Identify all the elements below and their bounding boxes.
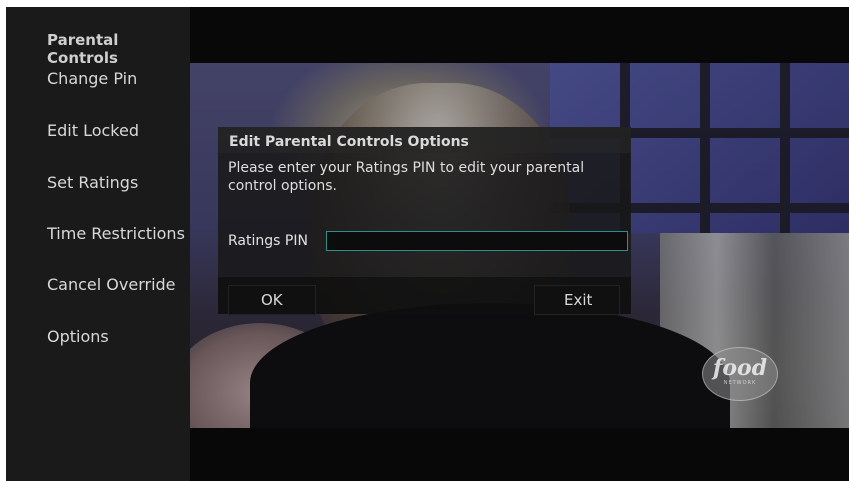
ratings-pin-label: Ratings PIN — [228, 233, 308, 249]
dialog-header: Edit Parental Controls Options — [218, 127, 631, 153]
ok-button[interactable]: OK — [228, 285, 316, 315]
dialog-message: Please enter your Ratings PIN to edit yo… — [228, 160, 585, 194]
edit-parental-controls-dialog: Edit Parental Controls Options Please en… — [218, 127, 631, 315]
menu-item-time-restrictions[interactable]: Time Restrictions — [47, 224, 185, 243]
menu-item-options[interactable]: Options — [47, 327, 109, 346]
tv-screen: Parental Controls Change Pin Edit Locked… — [6, 7, 849, 481]
panel-title: Parental Controls — [47, 31, 119, 67]
dialog-title: Edit Parental Controls Options — [229, 134, 469, 150]
side-panel: Parental Controls Change Pin Edit Locked… — [6, 7, 190, 481]
food-network-logo-icon: food NETWORK — [702, 347, 778, 401]
menu-item-cancel-override[interactable]: Cancel Override — [47, 275, 176, 294]
menu-item-edit-locked[interactable]: Edit Locked — [47, 121, 139, 140]
logo-word: food — [712, 355, 768, 381]
menu-item-set-ratings[interactable]: Set Ratings — [47, 173, 138, 192]
ratings-pin-input[interactable] — [326, 231, 628, 251]
menu-item-change-pin[interactable]: Change Pin — [47, 69, 137, 88]
exit-button[interactable]: Exit — [534, 285, 620, 315]
